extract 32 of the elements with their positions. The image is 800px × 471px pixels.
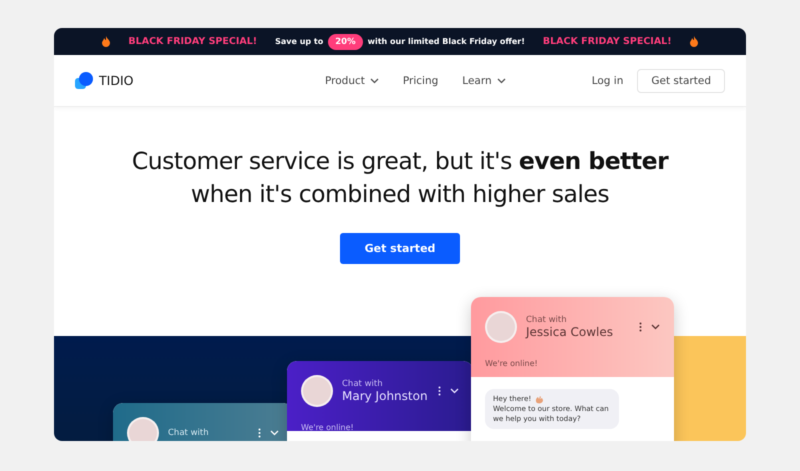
chevron-down-icon <box>496 78 506 84</box>
nav-link[interactable]: Learn <box>462 74 506 86</box>
avatar <box>485 311 517 343</box>
chat-with-label: Chat with <box>526 315 568 325</box>
agent-name: Jessica Cowles <box>526 325 614 339</box>
login-link[interactable]: Log in <box>592 74 624 86</box>
get-started-button[interactable]: Get started <box>637 68 725 92</box>
avatar <box>301 375 333 407</box>
online-status: We're online! <box>485 359 539 368</box>
agent-name: Mary Johnston <box>342 389 429 403</box>
chat-with-label: Chat with <box>342 379 384 389</box>
logo-text[interactable]: TIDIO <box>99 73 134 88</box>
headline: Customer service is great, but it's even better when it's combined with higher sales <box>130 146 670 210</box>
more-icon[interactable] <box>639 322 642 332</box>
discount-badge: 20% <box>328 34 363 50</box>
promo-text: Save up to <box>275 37 324 46</box>
online-status: We're online! <box>301 423 355 432</box>
promo-text: with our limited Black Friday offer! <box>368 37 525 46</box>
more-icon[interactable] <box>438 386 441 396</box>
chevron-down-icon[interactable] <box>651 324 660 330</box>
flame-icon <box>690 36 698 47</box>
flame-icon <box>102 36 110 47</box>
nav-link[interactable]: Pricing <box>402 74 438 86</box>
get-started-button[interactable]: Get started <box>340 233 460 264</box>
promo-label: BLACK FRIDAY SPECIAL! <box>128 36 258 47</box>
chat-with-label: Chat with <box>168 428 210 438</box>
logo-icon[interactable] <box>75 72 93 89</box>
avatar <box>127 417 159 441</box>
chevron-down-icon <box>370 78 379 84</box>
more-icon[interactable] <box>258 428 261 438</box>
nav-link[interactable]: Product <box>325 74 379 86</box>
promo-label: BLACK FRIDAY SPECIAL! <box>542 36 672 47</box>
